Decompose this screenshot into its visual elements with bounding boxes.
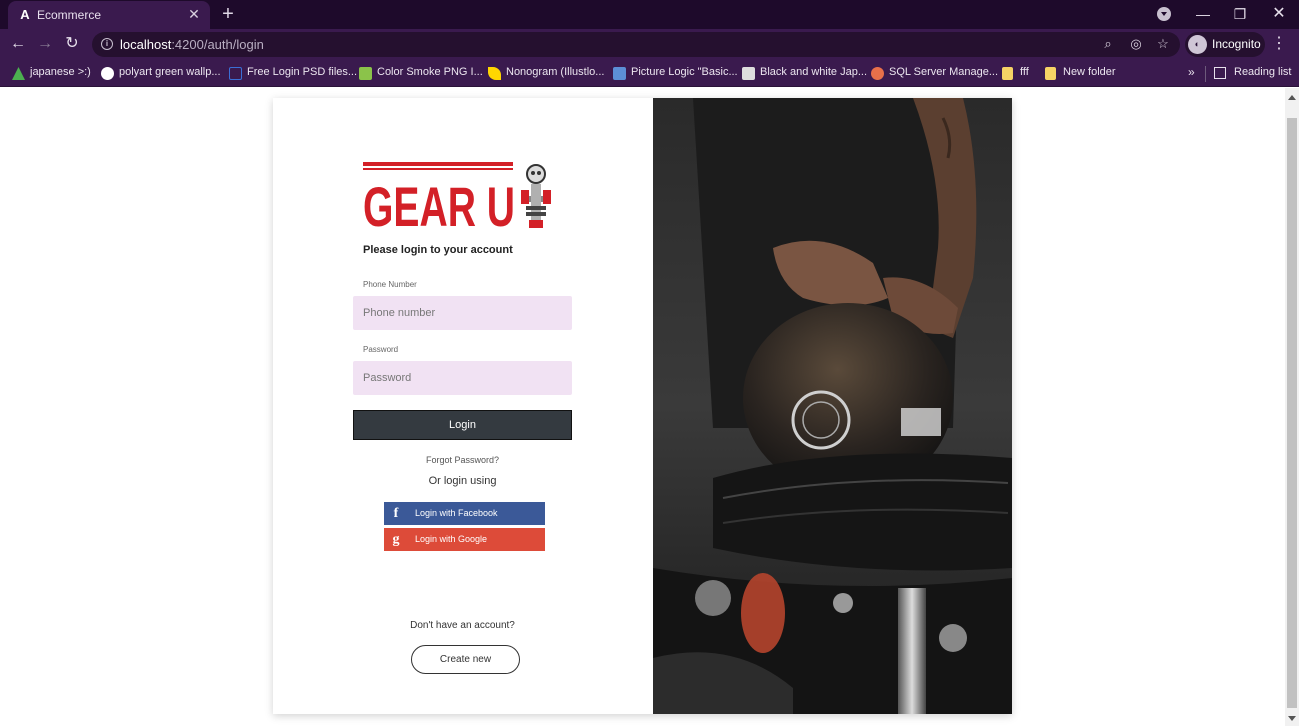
image-icon	[359, 67, 372, 80]
password-label: Password	[363, 345, 399, 354]
page-viewport: GEAR U Please login to your account Phon…	[0, 88, 1285, 726]
browser-toolbar: ← → ↻ i localhost:4200/auth/login ⌕ ◎ ☆ …	[0, 29, 1299, 60]
star-icon[interactable]: ☆	[1154, 35, 1172, 53]
mascot-icon	[521, 164, 551, 228]
menu-icon[interactable]: ⋮	[1271, 34, 1287, 54]
new-tab-icon[interactable]: +	[219, 4, 237, 24]
login-subtitle: Please login to your account	[363, 244, 513, 256]
url-path: :4200/auth/login	[171, 37, 264, 52]
angular-icon: A	[20, 7, 30, 22]
incognito-label: Incognito	[1212, 37, 1261, 51]
scroll-up-icon[interactable]	[1288, 95, 1296, 100]
bookmark-label: japanese >:)	[30, 66, 91, 78]
bookmark-label: Color Smoke PNG I...	[377, 66, 483, 78]
url-text[interactable]: localhost:4200/auth/login	[120, 37, 264, 52]
drive-icon	[12, 67, 25, 80]
address-bar[interactable]: i localhost:4200/auth/login ⌕ ◎ ☆	[92, 32, 1180, 57]
bookmark-label: Free Login PSD files...	[247, 66, 358, 78]
tab-search-icon[interactable]	[1157, 7, 1171, 21]
bookmark-label: Black and white Jap...	[760, 66, 868, 78]
forward-icon[interactable]: →	[35, 34, 55, 54]
scroll-thumb[interactable]	[1287, 118, 1297, 708]
square-icon	[229, 67, 242, 80]
login-button[interactable]: Login	[353, 410, 572, 440]
bookmark-label: polyart green wallp...	[119, 66, 221, 78]
motorcycle-helmet-photo	[653, 98, 1012, 714]
puzzle-icon	[613, 67, 626, 80]
folder-icon	[1045, 67, 1056, 80]
divider	[1205, 66, 1206, 82]
google-login-button[interactable]: g Login with Google	[384, 528, 545, 551]
scroll-down-icon[interactable]	[1288, 716, 1296, 721]
password-input[interactable]	[353, 361, 572, 395]
login-card: GEAR U Please login to your account Phon…	[273, 98, 1012, 714]
incognito-icon: ◐	[1188, 35, 1207, 54]
back-icon[interactable]: ←	[8, 34, 28, 54]
phone-input[interactable]	[353, 296, 572, 330]
reload-icon[interactable]: ↻	[62, 34, 82, 54]
bookmark-label: New folder	[1063, 66, 1116, 78]
no-account-text: Don't have an account?	[410, 620, 515, 631]
forgot-password-link[interactable]: Forgot Password?	[353, 455, 572, 465]
reading-list-label[interactable]: Reading list	[1234, 66, 1291, 78]
page-scrollbar[interactable]	[1285, 88, 1299, 726]
create-new-button[interactable]: Create new	[411, 645, 520, 674]
bookmark-label: fff	[1020, 66, 1029, 78]
gate-icon	[742, 67, 755, 80]
leaf-icon	[488, 67, 501, 80]
more-bookmarks-icon[interactable]: »	[1188, 65, 1195, 79]
bookmarks-bar: japanese >:) polyart green wallp... Free…	[0, 60, 1299, 87]
zoom-icon[interactable]: ⌕	[1099, 35, 1117, 53]
tab-title: Ecommerce	[37, 8, 102, 22]
facebook-icon: f	[393, 506, 399, 521]
gear-up-logo: GEAR U	[363, 162, 551, 232]
folder-icon	[1002, 67, 1013, 80]
google-label: Login with Google	[415, 534, 488, 544]
eye-off-icon[interactable]: ◎	[1127, 35, 1145, 53]
url-host: localhost	[120, 37, 172, 52]
bookmark-label: Nonogram (Illustlo...	[506, 66, 605, 78]
incognito-badge[interactable]: ◐ Incognito	[1185, 32, 1265, 57]
close-window-icon[interactable]: ✕	[1260, 0, 1298, 28]
close-tab-icon[interactable]: ✕	[186, 6, 202, 22]
phone-label: Phone Number	[363, 280, 417, 289]
bookmark-label: Picture Logic "Basic...	[631, 66, 738, 78]
google-plus-icon: g	[392, 532, 400, 547]
facebook-label: Login with Facebook	[415, 508, 498, 518]
minimize-icon[interactable]: —	[1184, 0, 1222, 28]
google-icon	[101, 67, 114, 80]
info-icon[interactable]: i	[101, 38, 113, 50]
browser-titlebar: A Ecommerce ✕ + — ❐ ✕	[0, 0, 1299, 29]
restore-icon[interactable]: ❐	[1221, 0, 1259, 28]
reading-list-icon[interactable]	[1214, 67, 1226, 79]
bookmark-label: SQL Server Manage...	[889, 66, 999, 78]
browser-tab[interactable]: A Ecommerce ✕	[8, 1, 210, 29]
sql-icon	[871, 67, 884, 80]
logo-text: GEAR U	[363, 175, 515, 232]
facebook-login-button[interactable]: f Login with Facebook	[384, 502, 545, 525]
or-login-text: Or login using	[428, 475, 497, 487]
